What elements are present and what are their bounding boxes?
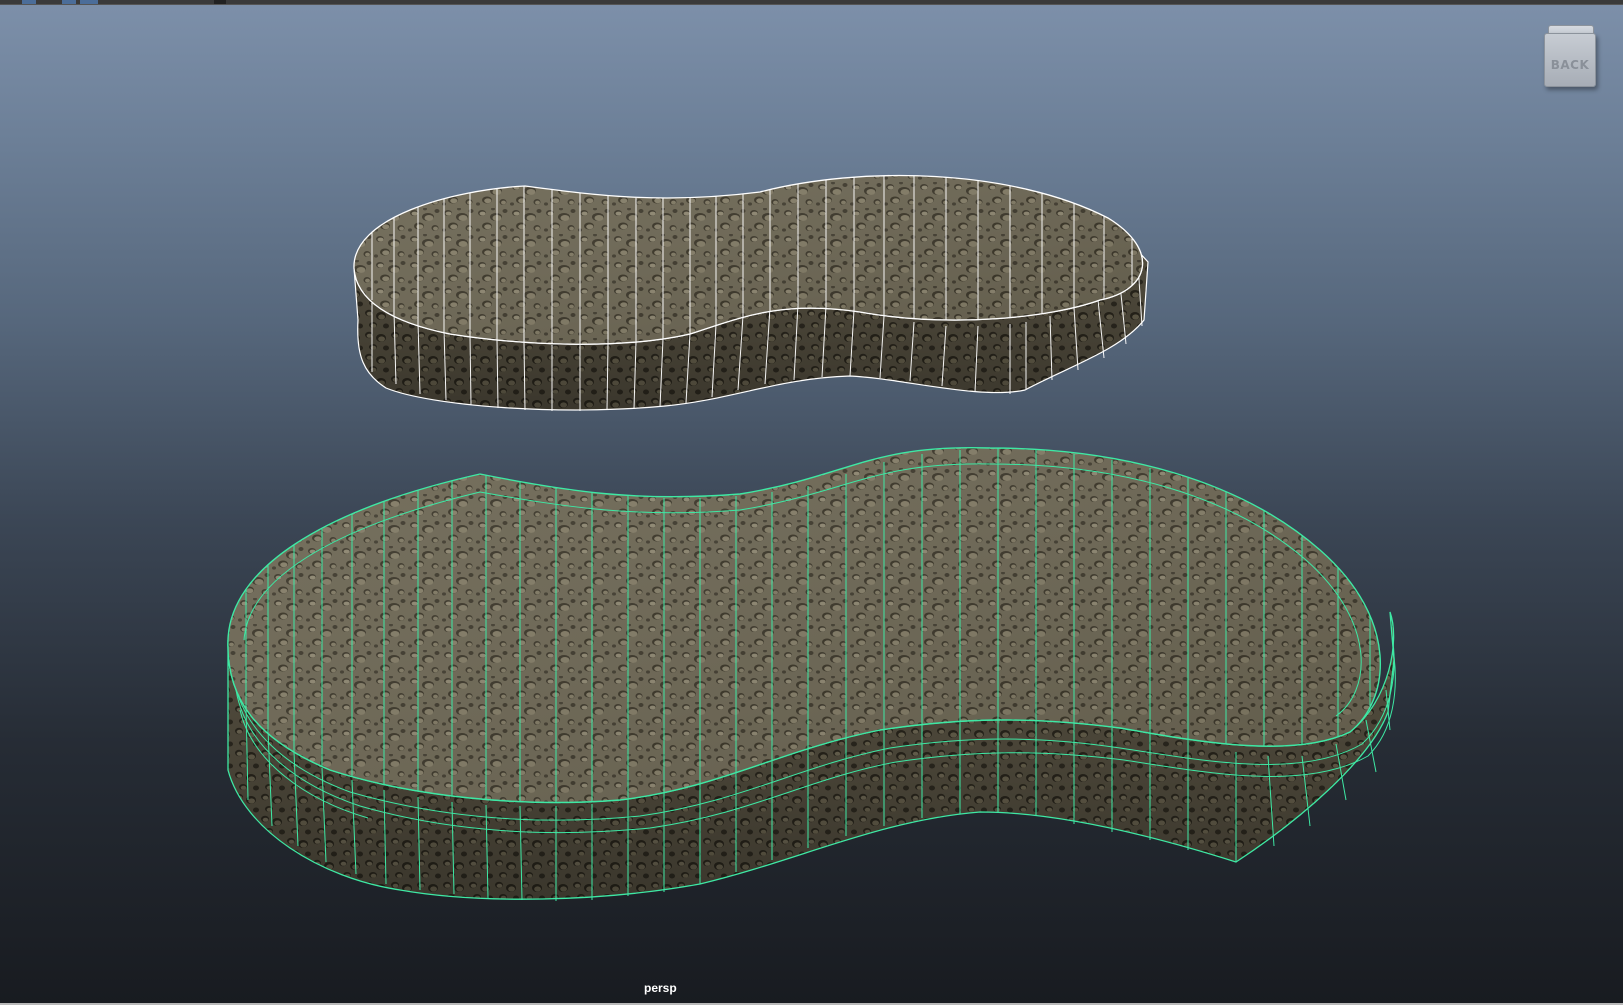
viewcube[interactable]: BACK bbox=[1544, 25, 1598, 87]
viewcube-label: BACK bbox=[1550, 58, 1590, 72]
upper-sponge[interactable] bbox=[353, 170, 1149, 411]
camera-name-label: persp bbox=[644, 981, 677, 995]
perspective-viewport[interactable]: BACK persp bbox=[0, 0, 1623, 1005]
scene-canvas[interactable] bbox=[0, 0, 1623, 1005]
lower-sponge[interactable] bbox=[227, 446, 1396, 901]
